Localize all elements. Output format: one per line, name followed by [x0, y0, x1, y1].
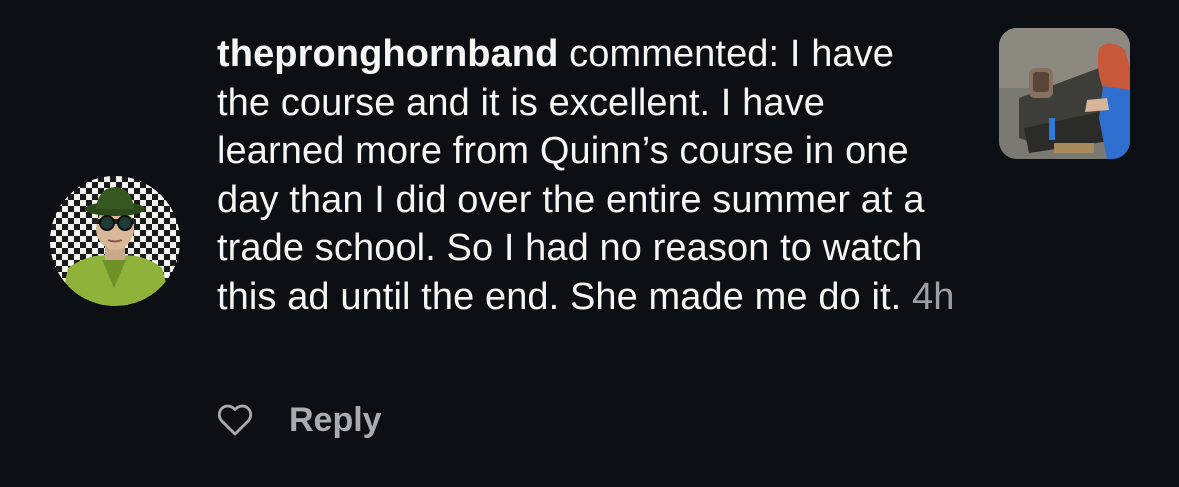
comment-body: I have the course and it is excellent. I…	[217, 33, 925, 318]
heart-outline-icon[interactable]	[217, 403, 253, 437]
avatar[interactable]	[50, 176, 180, 306]
avatar-image	[50, 176, 180, 306]
comment-timestamp: 4h	[911, 275, 955, 318]
comment-actions: Reply	[217, 398, 382, 442]
post-thumbnail[interactable]	[999, 28, 1130, 159]
reply-button[interactable]: Reply	[289, 401, 382, 440]
post-thumbnail-image	[999, 28, 1130, 159]
comment-text: thepronghornband commented: I have the c…	[217, 30, 957, 321]
comment-username[interactable]: thepronghornband	[217, 33, 558, 75]
comment-action: commented:	[569, 33, 780, 75]
